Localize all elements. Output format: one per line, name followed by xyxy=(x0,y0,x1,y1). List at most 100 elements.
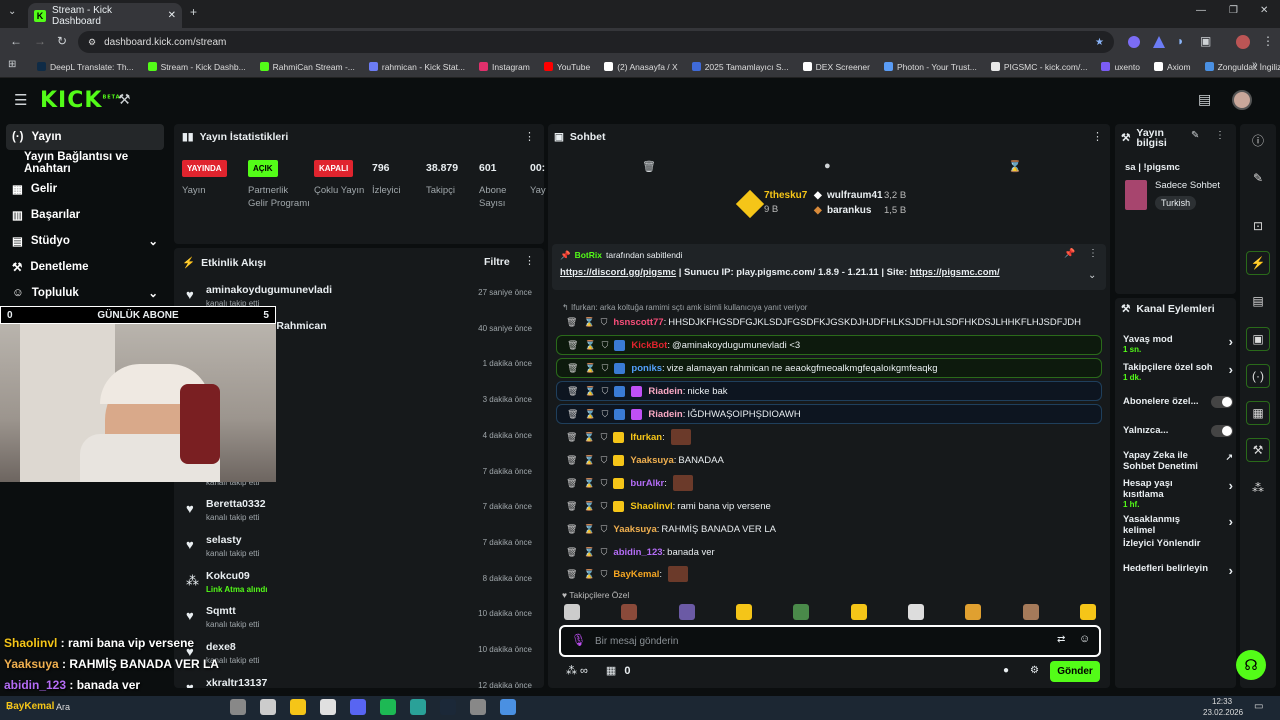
external-link-icon[interactable]: ↗ xyxy=(1225,452,1233,463)
panel-menu-icon[interactable]: ⋮ xyxy=(1092,130,1103,143)
activity-item[interactable]: ♥ xkraltr13137 12 dakika önce xyxy=(174,675,544,688)
creator-tools-icon[interactable]: ▤ xyxy=(1198,91,1211,108)
toggle-switch[interactable] xyxy=(1211,396,1233,408)
activity-item[interactable]: ♥ Beretta0332 kanalı takip etti 7 dakika ön… xyxy=(174,496,544,532)
panel-menu-icon[interactable]: ⋮ xyxy=(524,254,535,267)
extension-icon[interactable] xyxy=(1128,36,1140,48)
filter-button[interactable]: Filtre xyxy=(484,256,510,268)
chat-message[interactable]: 🗑 ⌛ ⛉ hsnscott77: HHSDJKFHGSDFGJKLSDJFGSDFKJ… xyxy=(556,312,1102,332)
edit-icon[interactable]: ✎ xyxy=(1246,166,1270,190)
delete-message-icon[interactable]: 🗑 xyxy=(566,501,577,512)
chat-users-icon[interactable]: ● xyxy=(1003,665,1009,676)
delete-message-icon[interactable]: 🗑 xyxy=(566,478,577,489)
ban-icon[interactable]: ⛉ xyxy=(601,455,608,466)
send-button[interactable]: Gönder xyxy=(1050,661,1100,682)
channel-action-item[interactable]: Yavaş mod 1 sn. › xyxy=(1123,334,1233,354)
chat-message[interactable]: 🗑 ⌛ ⛉ Riadein: nicke bak xyxy=(556,381,1102,401)
chat-username[interactable]: hsnscott77 xyxy=(613,317,663,328)
extension-icon[interactable] xyxy=(1153,36,1165,48)
delete-message-icon[interactable]: 🗑 xyxy=(566,569,577,580)
broadcast-icon[interactable]: (·) xyxy=(1246,364,1270,388)
emoji-icon[interactable]: ☺ xyxy=(1079,633,1090,645)
chat-username[interactable]: BayKemal xyxy=(613,569,659,580)
channel-action-item[interactable]: Hedefleri belirleyin › xyxy=(1123,563,1233,578)
chat-message[interactable]: 🗑 ⌛ ⛉ Shaolinvl: rami bana vip versene xyxy=(556,496,1102,516)
hamburger-menu-icon[interactable]: ☰ xyxy=(14,91,27,109)
chevron-right-icon[interactable]: › xyxy=(1229,334,1233,349)
activity-item[interactable]: ♥ Sqmtt kanalı takip etti 10 dakika önce xyxy=(174,603,544,639)
bookmark-item[interactable]: rahmican - Kick Stat... xyxy=(362,62,472,72)
taskbar-app-icon[interactable] xyxy=(380,699,396,715)
ban-icon[interactable]: ⛉ xyxy=(602,409,609,420)
gift-icon[interactable]: ▦ xyxy=(606,664,616,677)
url-field[interactable]: ⚙ dashboard.kick.com/stream ★ xyxy=(78,31,1114,53)
taskbar-app-icon[interactable] xyxy=(410,699,426,715)
bookmark-item[interactable]: uxento xyxy=(1094,62,1147,72)
close-window-icon[interactable]: ✕ xyxy=(1260,5,1268,16)
channel-action-item[interactable]: Abonelere özel... xyxy=(1123,396,1233,408)
tab-search-icon[interactable]: ⌄ xyxy=(8,6,16,17)
chat-message[interactable]: 🗑 ⌛ ⛉ burAlkr: xyxy=(556,473,1102,493)
chat-message[interactable]: 🗑 ⌛ ⛉ abidin_123: banada ver xyxy=(556,542,1102,562)
chat-username[interactable]: Ifurkan xyxy=(630,432,662,443)
pinned-by-user[interactable]: BotRix xyxy=(575,250,602,261)
back-icon[interactable]: ← xyxy=(10,34,22,48)
emote-icon[interactable] xyxy=(1022,604,1039,620)
timeout-icon[interactable]: ⌛ xyxy=(583,478,594,489)
chevron-right-icon[interactable]: › xyxy=(1229,478,1233,493)
timeout-icon[interactable]: ⌛ xyxy=(583,569,594,580)
help-headset-icon[interactable]: ☊ xyxy=(1236,650,1266,680)
channel-action-item[interactable]: Yalnızca... xyxy=(1123,425,1233,437)
taskbar-app-icon[interactable] xyxy=(440,699,456,715)
sidebar-item-topluluk[interactable]: ☺ Topluluk ⌄ xyxy=(0,280,170,306)
ban-icon[interactable]: ⛉ xyxy=(601,524,608,535)
emote-icon[interactable] xyxy=(735,604,752,620)
ban-icon[interactable]: ⛉ xyxy=(602,386,609,397)
channel-action-item[interactable]: İzleyici Yönlendir xyxy=(1123,538,1233,549)
points-icon[interactable]: ⁂ xyxy=(1246,476,1270,500)
sidebar-item-studyo[interactable]: ▤ Stüdyo ⌄ xyxy=(0,228,170,254)
emote-icon[interactable] xyxy=(564,604,580,620)
chat-username[interactable]: Riadein xyxy=(648,386,682,397)
maximize-icon[interactable]: ❐ xyxy=(1229,5,1238,16)
ban-icon[interactable]: ⛉ xyxy=(601,547,608,558)
site-info-icon[interactable]: ⚙ xyxy=(88,37,96,48)
ban-icon[interactable]: ⛉ xyxy=(601,478,608,489)
chat-message[interactable]: 🗑 ⌛ ⛉ Riadein: IĞDHWAŞOIPHŞDIOAWH xyxy=(556,404,1102,424)
chat-input[interactable]: 🎙 Bir mesaj gönderin ⇄ ☺ xyxy=(559,625,1101,657)
delete-message-icon[interactable]: 🗑 xyxy=(567,386,578,397)
taskbar-app-icon[interactable] xyxy=(350,699,366,715)
activity-item[interactable]: ♥ dexe8 kanalı takip etti 10 dakika önce xyxy=(174,639,544,675)
timeout-icon[interactable]: ⌛ xyxy=(584,386,595,397)
bookmark-item[interactable]: Zonguldak İngilizce... xyxy=(1198,62,1280,72)
bookmark-item[interactable]: 2025 Tamamlayıcı S... xyxy=(685,62,796,72)
bookmark-item[interactable]: Axiom xyxy=(1147,62,1198,72)
edit-pencil-icon[interactable]: ✎ xyxy=(1191,130,1199,141)
panel-menu-icon[interactable]: ⋮ xyxy=(1215,130,1225,141)
sidebar-item-basarilar[interactable]: ▥ Başarılar xyxy=(0,202,170,228)
forward-icon[interactable]: → xyxy=(34,34,46,48)
trash-icon[interactable]: 🗑 xyxy=(642,160,656,173)
bookmark-item[interactable]: (2) Anasayfa / X xyxy=(597,62,684,72)
lightning-icon[interactable]: ⚡ xyxy=(1246,251,1270,275)
taskbar-app-icon[interactable] xyxy=(290,699,306,715)
delete-message-icon[interactable]: 🗑 xyxy=(567,340,578,351)
delete-message-icon[interactable]: 🗑 xyxy=(566,547,577,558)
timeout-icon[interactable]: ⌛ xyxy=(583,455,594,466)
channel-action-item[interactable]: Yasaklanmış kelimel › xyxy=(1123,514,1233,536)
new-tab-icon[interactable]: + xyxy=(190,5,197,19)
activity-item[interactable]: ⁂ Kokcu09 Link Atma alındı 8 dakika önce xyxy=(174,568,544,604)
ban-icon[interactable]: ⛉ xyxy=(601,432,608,443)
hammer-icon[interactable]: ⚒ xyxy=(118,91,131,108)
notification-icon[interactable]: ▭ xyxy=(1254,701,1263,712)
ban-icon[interactable]: ⛉ xyxy=(602,340,609,351)
chat-message[interactable]: 🗑 ⌛ ⛉ KickBot: @aminakoydugumunevladi <3 xyxy=(556,335,1102,355)
chat-bubble-icon[interactable]: ● xyxy=(824,160,831,172)
close-tab-icon[interactable]: ✕ xyxy=(168,10,176,21)
emote-icon[interactable] xyxy=(965,604,982,620)
chat-message[interactable]: 🗑 ⌛ ⛉ poniks: vize alamayan rahmican ne aeao… xyxy=(556,358,1102,378)
bookmark-item[interactable]: DEX Screener xyxy=(796,62,877,72)
layout-icon[interactable]: ▦ xyxy=(1246,401,1270,425)
kick-logo[interactable]: KICKBETA xyxy=(40,88,121,113)
timeout-icon[interactable]: ⌛ xyxy=(583,432,594,443)
